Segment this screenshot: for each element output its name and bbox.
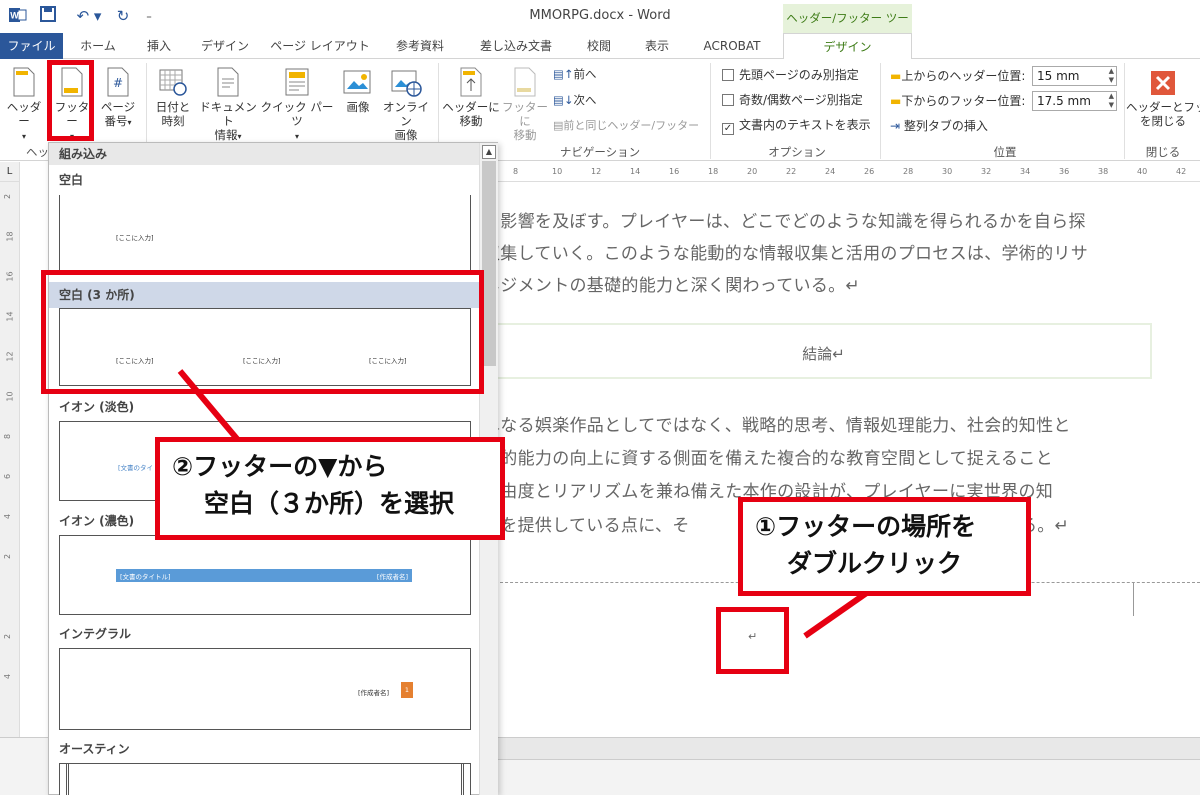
annotation-lines (177, 369, 870, 639)
callout-step2-line2: 空白（３か所）を選択 (204, 489, 455, 518)
callout-step1: ①フッターの場所を ダブルクリック (738, 497, 1031, 596)
callout-step2: ②フッターの▼から 空白（３か所）を選択 (155, 437, 505, 540)
word-window: { "window": {"title": "MMORPG.docx - Wor… (0, 0, 1200, 795)
callout-step2-line1: ②フッターの▼から (172, 452, 388, 481)
callout-step1-line2: ダブルクリック (787, 549, 963, 578)
callout-step1-line1: ①フッターの場所を (755, 512, 977, 541)
